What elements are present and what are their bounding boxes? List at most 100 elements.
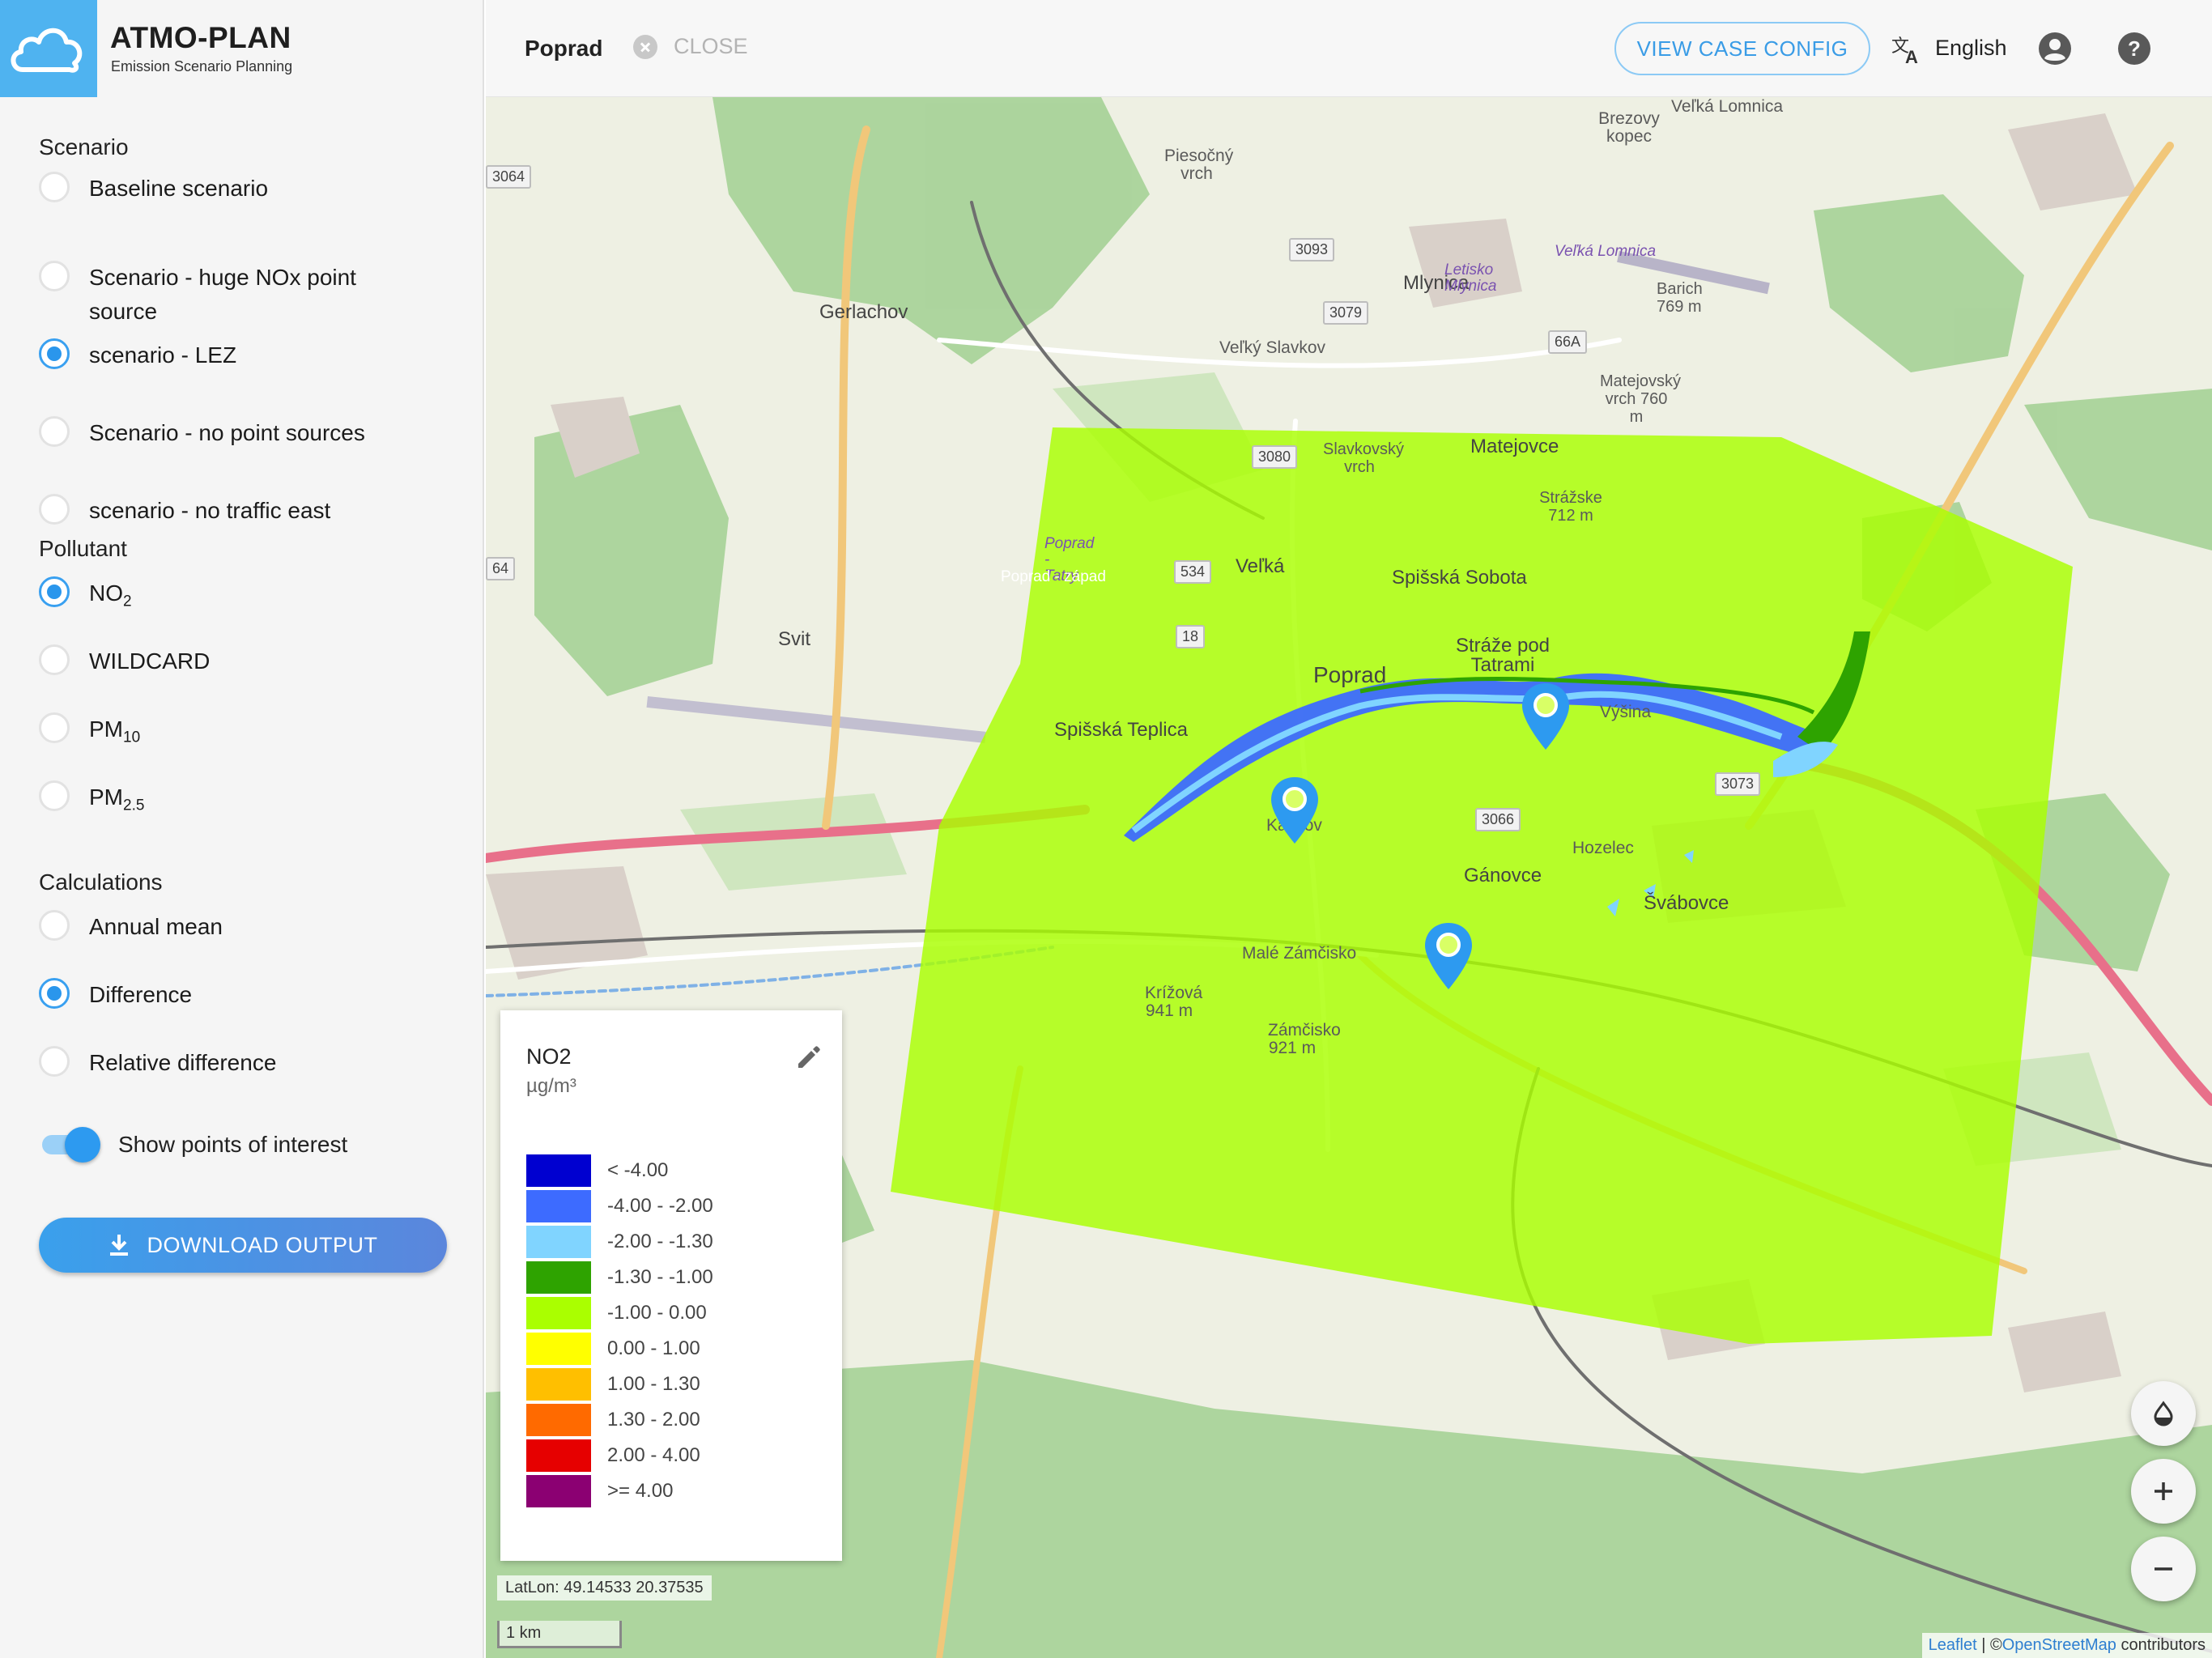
- scenario-section-title: Scenario: [39, 134, 129, 159]
- attribution-tail: contributors: [2116, 1636, 2206, 1654]
- sidebar: ATMO-PLAN Emission Scenario Planning Sce…: [0, 0, 484, 1658]
- pollutant-radio[interactable]: [39, 712, 70, 743]
- scenario-option[interactable]: scenario - no traffic east: [39, 494, 429, 528]
- place-label: Veľká: [1236, 555, 1285, 577]
- map-scale-bar: 1 km: [497, 1621, 622, 1648]
- legend-class-label: 1.00 - 1.30: [607, 1373, 700, 1395]
- svg-text:?: ?: [2128, 36, 2141, 61]
- pollutant-label: NO2: [89, 576, 429, 619]
- poi-marker[interactable]: [1422, 920, 1475, 993]
- calculation-radio[interactable]: [39, 910, 70, 941]
- road-number-badge: 66A: [1548, 330, 1588, 354]
- poi-marker[interactable]: [1519, 680, 1572, 753]
- legend-swatch: [526, 1368, 591, 1401]
- road-label: Poprad - západ: [1001, 568, 1106, 585]
- view-case-config-button[interactable]: VIEW CASE CONFIG: [1614, 22, 1870, 75]
- scenario-label: Scenario - huge NOx point source: [89, 265, 356, 324]
- calculation-radio[interactable]: [39, 1046, 70, 1077]
- toggle-switch[interactable]: [39, 1127, 100, 1163]
- legend-class-row: 1.30 - 2.00: [526, 1402, 713, 1438]
- legend-class-row: 0.00 - 1.00: [526, 1331, 713, 1367]
- opacity-icon[interactable]: [2131, 1381, 2196, 1446]
- pollutant-label-subscript: 10: [123, 729, 141, 746]
- calculation-label: Relative difference: [89, 1050, 277, 1075]
- legend-swatch: [526, 1226, 591, 1258]
- pollutant-option[interactable]: PM10: [39, 712, 429, 755]
- peak-label: Zámčisko 921 m: [1268, 1021, 1341, 1057]
- pollutant-option[interactable]: PM2.5: [39, 780, 429, 823]
- calculation-label: Difference: [89, 982, 193, 1007]
- place-label: Spišská Sobota: [1392, 567, 1527, 589]
- legend-class-row: -4.00 - -2.00: [526, 1188, 713, 1224]
- pollutant-label-subscript: 2: [123, 593, 132, 610]
- leaflet-link[interactable]: Leaflet: [1929, 1636, 1977, 1654]
- pollutant-radio[interactable]: [39, 576, 70, 607]
- scenario-radio[interactable]: [39, 172, 70, 202]
- legend-swatch: [526, 1190, 591, 1222]
- legend-unit: µg/m³: [526, 1075, 576, 1097]
- legend-class-row: 1.00 - 1.30: [526, 1367, 713, 1402]
- peak-label: Krížová 941 m: [1145, 984, 1203, 1020]
- pollutant-label: PM2.5: [89, 780, 429, 823]
- calculation-option[interactable]: Relative difference: [39, 1046, 429, 1080]
- scenario-radio[interactable]: [39, 416, 70, 447]
- airport-label: Letisko Mlynica: [1444, 261, 1497, 295]
- pollutant-label-base: PM: [89, 716, 123, 742]
- place-label: Spišská Teplica: [1054, 719, 1188, 741]
- pollutant-label: WILDCARD: [89, 644, 429, 678]
- zoom-out-button[interactable]: [2131, 1537, 2196, 1601]
- place-label: Stráže pod Tatrami: [1455, 635, 1551, 676]
- help-icon[interactable]: ?: [2116, 31, 2152, 70]
- calculation-radio[interactable]: [39, 978, 70, 1009]
- pollutant-label-subscript: 2.5: [123, 797, 145, 814]
- pollutant-option[interactable]: WILDCARD: [39, 644, 429, 678]
- legend-swatch: [526, 1475, 591, 1507]
- points-of-interest-toggle[interactable]: Show points of interest: [39, 1127, 347, 1163]
- translate-icon[interactable]: 文 A: [1891, 32, 1923, 69]
- peak-label: Matejovský vrch 760 m: [1600, 372, 1682, 426]
- brand-subtitle: Emission Scenario Planning: [111, 58, 293, 74]
- legend-class-label: 0.00 - 1.00: [607, 1337, 700, 1359]
- scenario-option[interactable]: Scenario - huge NOx point source: [39, 261, 429, 329]
- close-button[interactable]: CLOSE: [633, 34, 748, 59]
- language-selector[interactable]: English: [1935, 36, 2007, 61]
- pollutant-radio[interactable]: [39, 780, 70, 811]
- pollutant-label-base: NO: [89, 580, 123, 606]
- scenario-option[interactable]: scenario - LEZ: [39, 338, 429, 372]
- pollutant-option[interactable]: NO2: [39, 576, 429, 619]
- place-label: Malé Zámčisko: [1242, 944, 1357, 963]
- pollutant-label: PM10: [89, 712, 429, 755]
- legend-swatch: [526, 1333, 591, 1365]
- place-label: Poprad: [1313, 662, 1387, 687]
- zoom-in-button[interactable]: [2131, 1459, 2196, 1524]
- legend-class-row: 2.00 - 4.00: [526, 1438, 713, 1473]
- pencil-icon[interactable]: [793, 1043, 823, 1076]
- scenario-radio[interactable]: [39, 261, 70, 291]
- download-output-button[interactable]: DOWNLOAD OUTPUT: [39, 1218, 447, 1273]
- scenario-radio[interactable]: [39, 338, 70, 369]
- pollutant-label-base: PM: [89, 784, 123, 810]
- road-number-badge: 64: [486, 557, 516, 580]
- road-number-badge: 534: [1174, 560, 1212, 584]
- scenario-option[interactable]: Scenario - no point sources: [39, 416, 429, 450]
- pollutant-radio[interactable]: [39, 644, 70, 675]
- legend-class-label: < -4.00: [607, 1159, 669, 1181]
- calculation-option[interactable]: Annual mean: [39, 910, 429, 944]
- scenario-option[interactable]: Baseline scenario: [39, 172, 429, 206]
- openstreetmap-link[interactable]: OpenStreetMap: [2002, 1636, 2116, 1654]
- legend-title: NO2: [526, 1044, 572, 1069]
- close-icon: [633, 34, 657, 59]
- peak-label: Strážske 712 m: [1539, 489, 1602, 525]
- legend-class-row: -1.30 - -1.00: [526, 1260, 713, 1295]
- poi-marker[interactable]: [1268, 774, 1321, 847]
- close-label: CLOSE: [674, 34, 748, 58]
- pollutant-section-title: Pollutant: [39, 536, 127, 561]
- place-label: Gerlachov: [819, 301, 908, 323]
- legend-swatch: [526, 1261, 591, 1294]
- calculation-option[interactable]: Difference: [39, 978, 429, 1012]
- place-label: Veľká Lomnica: [1671, 97, 1784, 116]
- scenario-radio[interactable]: [39, 494, 70, 525]
- map-view[interactable]: Veľká Lomnica Piesočný vrch Brezovy kope…: [486, 97, 2212, 1658]
- account-icon[interactable]: [2037, 31, 2073, 70]
- legend-class-list: < -4.00 -4.00 - -2.00 -2.00 - -1.30 -1.30 -…: [526, 1153, 713, 1509]
